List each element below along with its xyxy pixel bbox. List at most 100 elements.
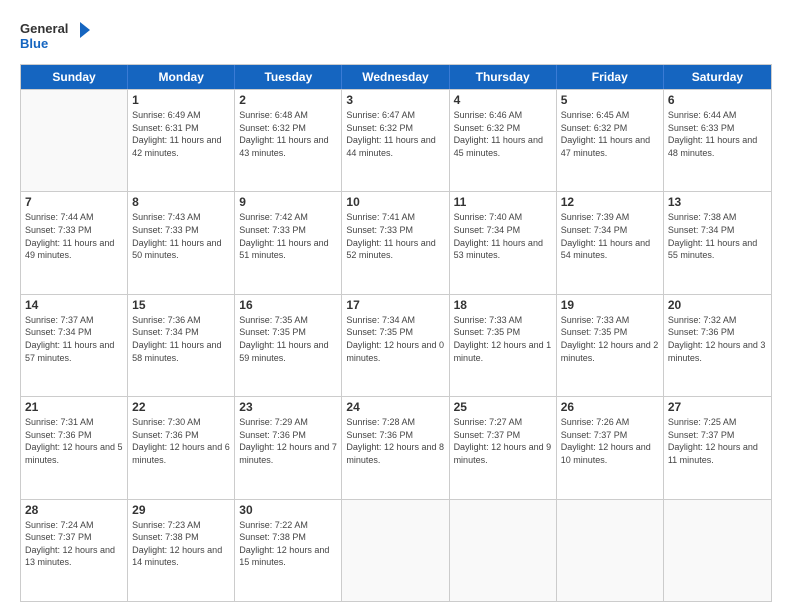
day-info: Sunrise: 7:43 AM Sunset: 7:33 PM Dayligh…	[132, 211, 230, 261]
calendar-body: 1Sunrise: 6:49 AM Sunset: 6:31 PM Daylig…	[21, 89, 771, 601]
day-number: 6	[668, 93, 767, 107]
day-number: 24	[346, 400, 444, 414]
day-info: Sunrise: 6:48 AM Sunset: 6:32 PM Dayligh…	[239, 109, 337, 159]
day-info: Sunrise: 7:26 AM Sunset: 7:37 PM Dayligh…	[561, 416, 659, 466]
calendar-cell: 20Sunrise: 7:32 AM Sunset: 7:36 PM Dayli…	[664, 295, 771, 396]
logo-svg: General Blue	[20, 18, 90, 54]
day-info: Sunrise: 7:31 AM Sunset: 7:36 PM Dayligh…	[25, 416, 123, 466]
weekday-header: Wednesday	[342, 65, 449, 89]
calendar-cell: 16 Sunrise: 7:35 AM Sunset: 7:35 PM Dayli…	[235, 295, 342, 396]
day-info: Sunrise: 7:37 AM Sunset: 7:34 PM Dayligh…	[25, 314, 123, 364]
day-number: 10	[346, 195, 444, 209]
day-number: 16	[239, 298, 337, 312]
calendar-cell: 30 Sunrise: 7:22 AM Sunset: 7:38 PM Dayli…	[235, 500, 342, 601]
calendar-cell: 14 Sunrise: 7:37 AM Sunset: 7:34 PM Dayli…	[21, 295, 128, 396]
day-info: Sunrise: 7:35 AM Sunset: 7:35 PM Dayligh…	[239, 314, 337, 364]
calendar-cell	[557, 500, 664, 601]
day-info: Sunrise: 7:34 AM Sunset: 7:35 PM Dayligh…	[346, 314, 444, 364]
day-number: 11	[454, 195, 552, 209]
day-info: Sunrise: 7:25 AM Sunset: 7:37 PM Dayligh…	[668, 416, 767, 466]
calendar-cell: 6 Sunrise: 6:44 AM Sunset: 6:33 PM Daylig…	[664, 90, 771, 191]
svg-text:General: General	[20, 21, 68, 36]
day-number: 15	[132, 298, 230, 312]
calendar-cell: 5 Sunrise: 6:45 AM Sunset: 6:32 PM Daylig…	[557, 90, 664, 191]
day-info: Sunrise: 7:38 AM Sunset: 7:34 PM Dayligh…	[668, 211, 767, 261]
calendar-cell: 7Sunrise: 7:44 AM Sunset: 7:33 PM Daylig…	[21, 192, 128, 293]
day-number: 13	[668, 195, 767, 209]
calendar-cell: 27 Sunrise: 7:25 AM Sunset: 7:37 PM Dayli…	[664, 397, 771, 498]
day-number: 3	[346, 93, 444, 107]
day-number: 2	[239, 93, 337, 107]
day-number: 21	[25, 400, 123, 414]
calendar-header: SundayMondayTuesdayWednesdayThursdayFrid…	[21, 65, 771, 89]
day-info: Sunrise: 7:32 AM Sunset: 7:36 PM Dayligh…	[668, 314, 767, 364]
day-number: 17	[346, 298, 444, 312]
day-info: Sunrise: 6:44 AM Sunset: 6:33 PM Dayligh…	[668, 109, 767, 159]
day-number: 4	[454, 93, 552, 107]
day-number: 18	[454, 298, 552, 312]
day-number: 19	[561, 298, 659, 312]
day-info: Sunrise: 7:30 AM Sunset: 7:36 PM Dayligh…	[132, 416, 230, 466]
day-number: 23	[239, 400, 337, 414]
calendar-cell: 19 Sunrise: 7:33 AM Sunset: 7:35 PM Dayli…	[557, 295, 664, 396]
day-info: Sunrise: 6:45 AM Sunset: 6:32 PM Dayligh…	[561, 109, 659, 159]
day-info: Sunrise: 7:36 AM Sunset: 7:34 PM Dayligh…	[132, 314, 230, 364]
calendar-cell: 26 Sunrise: 7:26 AM Sunset: 7:37 PM Dayli…	[557, 397, 664, 498]
calendar-cell	[664, 500, 771, 601]
day-number: 29	[132, 503, 230, 517]
weekday-header: Thursday	[450, 65, 557, 89]
calendar-cell	[21, 90, 128, 191]
calendar-cell: 21 Sunrise: 7:31 AM Sunset: 7:36 PM Dayli…	[21, 397, 128, 498]
day-info: Sunrise: 7:23 AM Sunset: 7:38 PM Dayligh…	[132, 519, 230, 569]
calendar-row: 28 Sunrise: 7:24 AM Sunset: 7:37 PM Dayli…	[21, 499, 771, 601]
calendar-cell: 13 Sunrise: 7:38 AM Sunset: 7:34 PM Dayli…	[664, 192, 771, 293]
day-info: Sunrise: 7:41 AM Sunset: 7:33 PM Dayligh…	[346, 211, 444, 261]
calendar-cell	[450, 500, 557, 601]
day-number: 7	[25, 195, 123, 209]
svg-text:Blue: Blue	[20, 36, 48, 51]
day-info: Sunrise: 7:40 AM Sunset: 7:34 PM Dayligh…	[454, 211, 552, 261]
day-number: 26	[561, 400, 659, 414]
calendar-cell: 8 Sunrise: 7:43 AM Sunset: 7:33 PM Daylig…	[128, 192, 235, 293]
day-number: 14	[25, 298, 123, 312]
weekday-header: Friday	[557, 65, 664, 89]
day-info: Sunrise: 7:33 AM Sunset: 7:35 PM Dayligh…	[454, 314, 552, 364]
calendar-cell: 3 Sunrise: 6:47 AM Sunset: 6:32 PM Daylig…	[342, 90, 449, 191]
calendar-cell: 25 Sunrise: 7:27 AM Sunset: 7:37 PM Dayli…	[450, 397, 557, 498]
calendar-cell: 4Sunrise: 6:46 AM Sunset: 6:32 PM Daylig…	[450, 90, 557, 191]
calendar-cell: 17 Sunrise: 7:34 AM Sunset: 7:35 PM Dayli…	[342, 295, 449, 396]
calendar-cell: 10 Sunrise: 7:41 AM Sunset: 7:33 PM Dayli…	[342, 192, 449, 293]
calendar-cell: 1Sunrise: 6:49 AM Sunset: 6:31 PM Daylig…	[128, 90, 235, 191]
day-info: Sunrise: 6:49 AM Sunset: 6:31 PM Dayligh…	[132, 109, 230, 159]
header: General Blue	[20, 18, 772, 54]
calendar-cell: 23 Sunrise: 7:29 AM Sunset: 7:36 PM Dayli…	[235, 397, 342, 498]
day-info: Sunrise: 7:24 AM Sunset: 7:37 PM Dayligh…	[25, 519, 123, 569]
day-number: 27	[668, 400, 767, 414]
calendar-cell: 11 Sunrise: 7:40 AM Sunset: 7:34 PM Dayli…	[450, 192, 557, 293]
calendar-cell: 15 Sunrise: 7:36 AM Sunset: 7:34 PM Dayli…	[128, 295, 235, 396]
day-number: 9	[239, 195, 337, 209]
calendar-cell: 24 Sunrise: 7:28 AM Sunset: 7:36 PM Dayli…	[342, 397, 449, 498]
calendar-cell: 9Sunrise: 7:42 AM Sunset: 7:33 PM Daylig…	[235, 192, 342, 293]
day-info: Sunrise: 7:27 AM Sunset: 7:37 PM Dayligh…	[454, 416, 552, 466]
day-info: Sunrise: 7:39 AM Sunset: 7:34 PM Dayligh…	[561, 211, 659, 261]
weekday-header: Saturday	[664, 65, 771, 89]
day-number: 25	[454, 400, 552, 414]
weekday-header: Tuesday	[235, 65, 342, 89]
calendar-cell: 18 Sunrise: 7:33 AM Sunset: 7:35 PM Dayli…	[450, 295, 557, 396]
day-number: 30	[239, 503, 337, 517]
calendar-row: 7Sunrise: 7:44 AM Sunset: 7:33 PM Daylig…	[21, 191, 771, 293]
day-info: Sunrise: 6:47 AM Sunset: 6:32 PM Dayligh…	[346, 109, 444, 159]
day-info: Sunrise: 7:29 AM Sunset: 7:36 PM Dayligh…	[239, 416, 337, 466]
calendar-row: 21 Sunrise: 7:31 AM Sunset: 7:36 PM Dayli…	[21, 396, 771, 498]
day-number: 8	[132, 195, 230, 209]
day-number: 22	[132, 400, 230, 414]
day-number: 28	[25, 503, 123, 517]
day-info: Sunrise: 7:33 AM Sunset: 7:35 PM Dayligh…	[561, 314, 659, 364]
calendar-cell: 29 Sunrise: 7:23 AM Sunset: 7:38 PM Dayli…	[128, 500, 235, 601]
day-info: Sunrise: 7:28 AM Sunset: 7:36 PM Dayligh…	[346, 416, 444, 466]
day-info: Sunrise: 7:22 AM Sunset: 7:38 PM Dayligh…	[239, 519, 337, 569]
day-number: 12	[561, 195, 659, 209]
calendar-cell: 2 Sunrise: 6:48 AM Sunset: 6:32 PM Daylig…	[235, 90, 342, 191]
day-number: 5	[561, 93, 659, 107]
